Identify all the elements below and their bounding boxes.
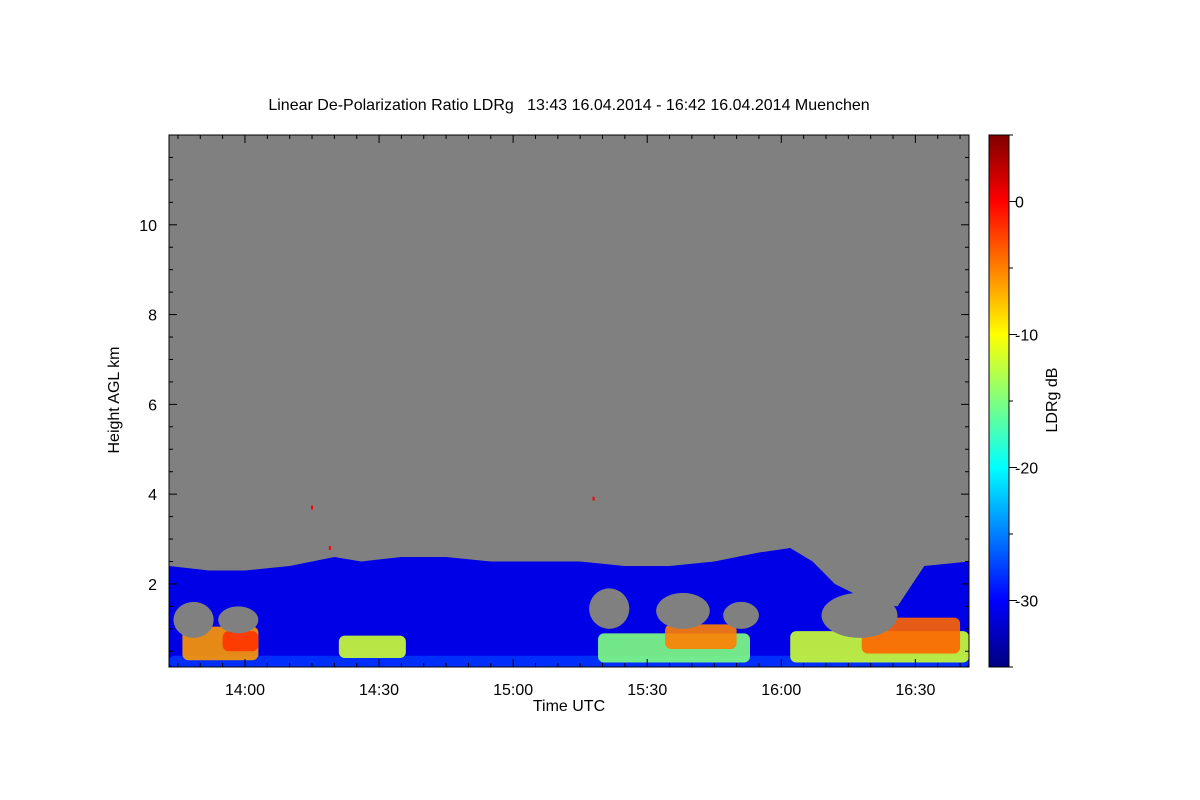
y-tick-label: 4: [148, 487, 157, 504]
colorbar-tick-label: -20: [1015, 461, 1038, 478]
no-signal-gap: [589, 588, 630, 629]
plot-area: [169, 135, 969, 667]
isolated-point: [592, 496, 595, 501]
ldr-heatmap-chart: 14:00 14:30 15:00 15:30 16:00 16:30 2 4 6 8 10 0 -1…: [139, 134, 1038, 699]
y-tick-label: 10: [139, 218, 157, 235]
no-signal-gap: [821, 592, 898, 638]
ldr-layer: [222, 631, 259, 652]
colorbar-tick-label: -10: [1015, 328, 1038, 345]
x-tick-label: 16:30: [895, 682, 935, 699]
isolated-point: [328, 546, 331, 551]
x-tick-label: 14:30: [359, 682, 399, 699]
no-signal-gap: [218, 606, 259, 634]
colorbar: [988, 134, 1010, 668]
x-tick-label: 14:00: [225, 682, 265, 699]
colorbar-tick-label: 0: [1015, 195, 1024, 212]
ldr-layer: [338, 635, 406, 659]
x-tick-label: 15:30: [627, 682, 667, 699]
colorbar-axis: 0 -10 -20 -30: [1009, 134, 1038, 668]
isolated-point: [311, 505, 314, 510]
no-signal-gap: [723, 601, 759, 629]
colorbar-tick-label: -30: [1015, 594, 1038, 611]
y-tick-label: 8: [148, 308, 157, 325]
x-tick-label: 16:00: [761, 682, 801, 699]
y-tick-label: 2: [148, 577, 157, 594]
no-signal-gap: [173, 601, 214, 638]
y-tick-label: 6: [148, 397, 157, 414]
no-signal-gap: [656, 592, 710, 629]
x-tick-label: 15:00: [493, 682, 533, 699]
